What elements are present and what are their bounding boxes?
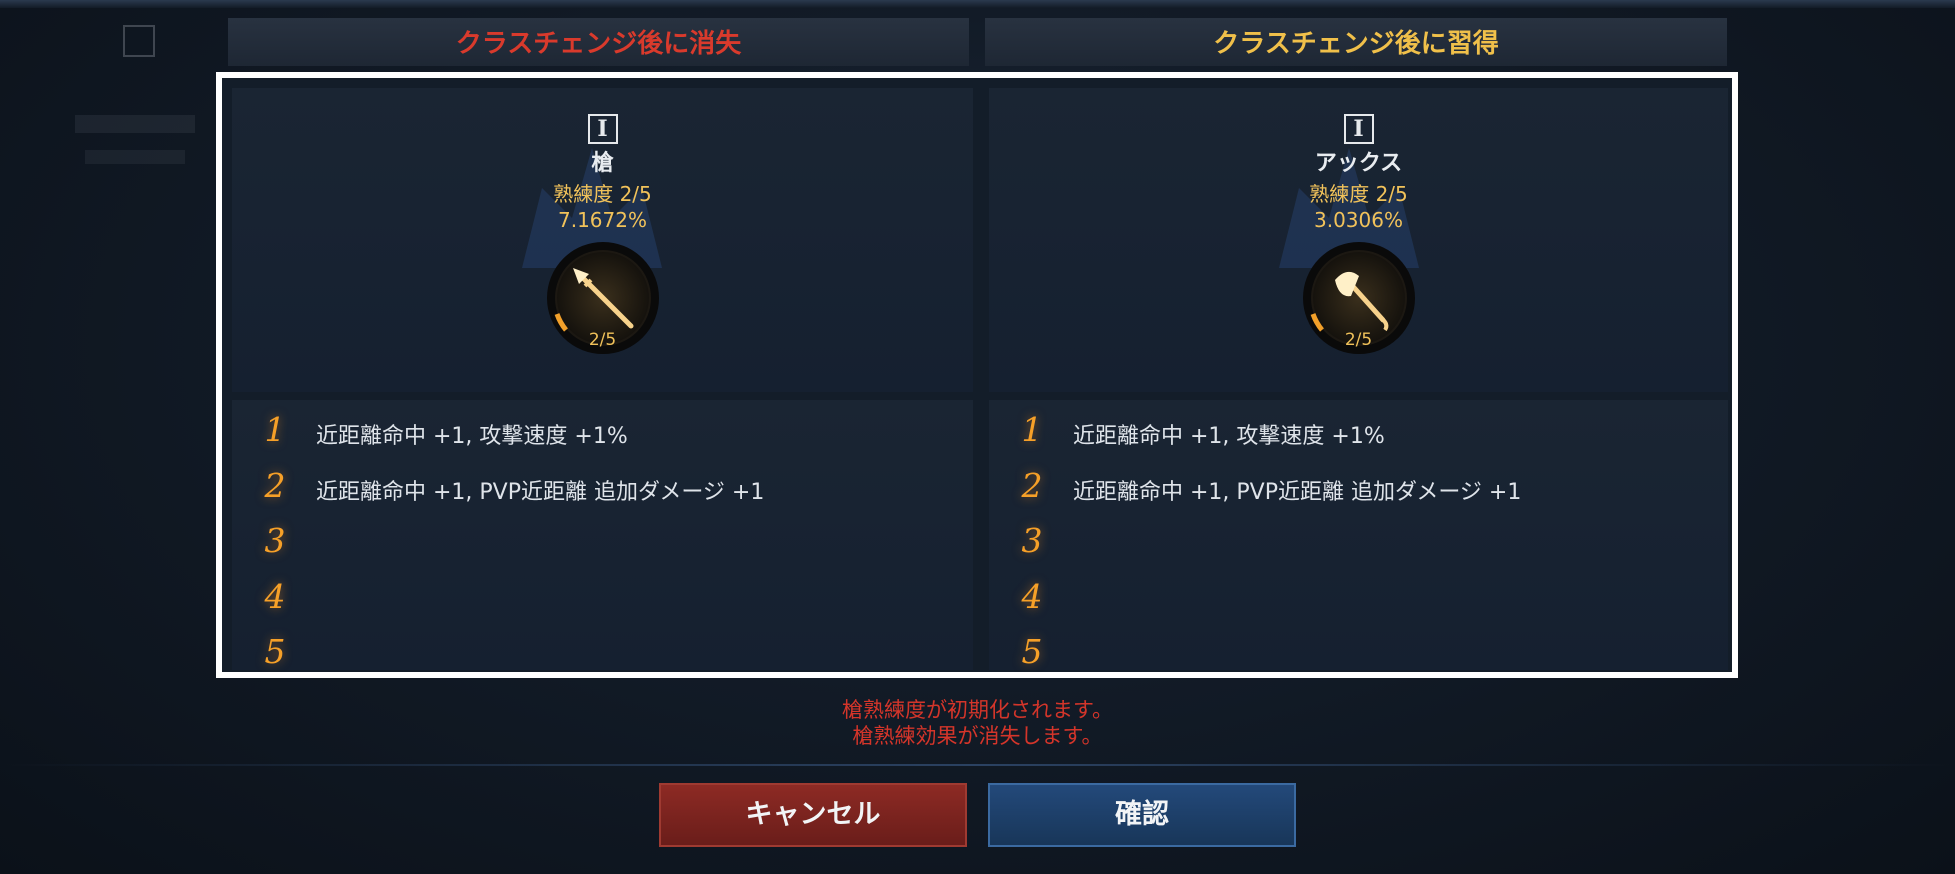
proficiency-label: 熟練度 2/5	[553, 182, 652, 206]
top-edge	[0, 0, 1955, 8]
lost-weapon-info: I 槍 熟練度 2/5 7.1672% 2/5	[232, 114, 973, 356]
background-panel-ghost	[75, 25, 205, 165]
proficiency-level: 2/5	[588, 330, 617, 350]
lost-effects-panel: 1 近距離命中 +1, 攻撃速度 +1% 2 近距離命中 +1, PVP近距離 …	[232, 400, 973, 671]
tier-badge: I	[1343, 114, 1374, 144]
effect-number: 1	[264, 410, 286, 449]
divider	[0, 764, 1955, 766]
proficiency-label: 熟練度 2/5	[1309, 182, 1408, 206]
proficiency-level: 2/5	[1344, 330, 1373, 350]
effect-number: 4	[1021, 576, 1043, 616]
confirm-button[interactable]: 確認	[988, 783, 1296, 847]
proficiency-ring: 2/5	[1301, 240, 1417, 356]
lost-column-header: クラスチェンジ後に消失	[228, 18, 969, 66]
effect-number: 1	[1021, 410, 1043, 449]
effect-number: 5	[264, 632, 286, 671]
lost-weapon-panel: I 槍 熟練度 2/5 7.1672% 2/5	[232, 88, 973, 392]
proficiency-percent: 3.0306%	[1314, 208, 1403, 232]
warning-line-2: 槍熟練効果が消失します。	[852, 724, 1103, 748]
effect-number: 3	[1021, 521, 1043, 560]
effect-text: 近距離命中 +1, 攻撃速度 +1%	[316, 424, 628, 449]
gained-weapon-panel: I アックス 熟練度 2/5 3.0306% 2/5	[989, 88, 1728, 392]
effect-number: 5	[1021, 632, 1043, 671]
effect-number: 4	[264, 576, 286, 616]
comparison-frame: I 槍 熟練度 2/5 7.1672% 2/5 I アックス 熟練度 2/5 3…	[216, 72, 1738, 678]
gained-weapon-info: I アックス 熟練度 2/5 3.0306% 2/5	[989, 114, 1728, 356]
weapon-name: 槍	[591, 151, 614, 176]
gained-column-header: クラスチェンジ後に習得	[985, 18, 1727, 66]
tier-badge: I	[587, 114, 618, 144]
effect-text: 近距離命中 +1, 攻撃速度 +1%	[1073, 424, 1385, 449]
effect-text: 近距離命中 +1, PVP近距離 追加ダメージ +1	[316, 479, 765, 505]
effect-number: 2	[1021, 465, 1043, 505]
effect-text: 近距離命中 +1, PVP近距離 追加ダメージ +1	[1073, 479, 1522, 505]
effect-number: 3	[264, 521, 286, 560]
cancel-button[interactable]: キャンセル	[659, 783, 967, 847]
effect-number: 2	[264, 465, 286, 505]
gained-effects-panel: 1 近距離命中 +1, 攻撃速度 +1% 2 近距離命中 +1, PVP近距離 …	[989, 400, 1728, 671]
weapon-name: アックス	[1314, 151, 1403, 176]
proficiency-ring: 2/5	[545, 240, 661, 356]
proficiency-percent: 7.1672%	[558, 208, 647, 232]
